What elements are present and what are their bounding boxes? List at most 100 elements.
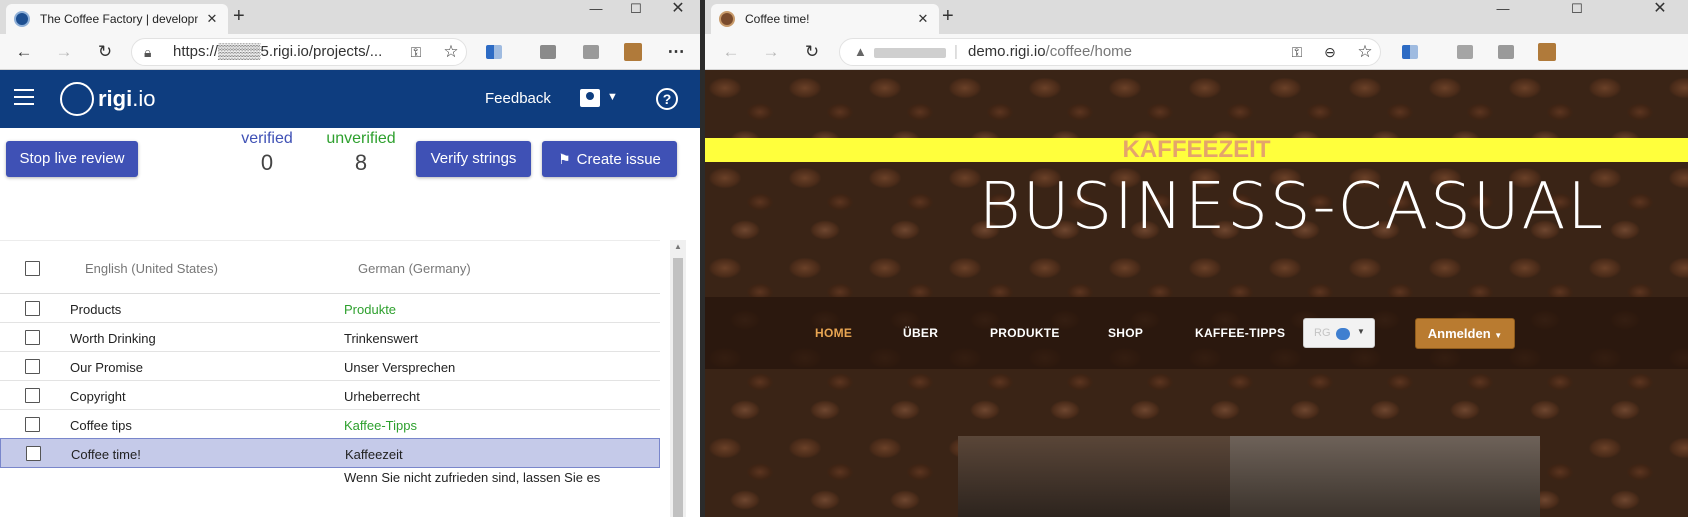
forward-icon[interactable]: → xyxy=(52,40,76,64)
close-tab-icon[interactable]: ✕ xyxy=(204,11,220,27)
extension-icon[interactable] xyxy=(486,45,502,59)
key-icon[interactable]: ⚿ xyxy=(1285,40,1309,64)
back-icon[interactable]: ← xyxy=(12,40,36,64)
table-row-selected[interactable]: Coffee time! Kaffeezeit xyxy=(0,438,660,468)
stop-live-review-button[interactable]: Stop live review xyxy=(6,141,138,177)
left-tabstrip: The Coffee Factory | developme ✕ + — ☐ ✕ xyxy=(0,0,700,34)
feedback-link[interactable]: Feedback xyxy=(485,90,551,107)
language-code: RG xyxy=(1314,327,1331,339)
verified-label: verified xyxy=(241,130,293,147)
target-column-header: German (Germany) xyxy=(358,261,471,276)
rigi-logo[interactable]: rigi.io xyxy=(98,86,155,112)
key-icon[interactable]: ⚿ xyxy=(404,40,428,64)
verify-strings-button[interactable]: Verify strings xyxy=(416,141,531,177)
row-checkbox[interactable] xyxy=(25,388,40,403)
profile-avatar[interactable] xyxy=(624,43,642,61)
language-selector[interactable]: RG ▼ xyxy=(1303,318,1375,348)
select-all-checkbox[interactable] xyxy=(25,261,40,276)
cafe-photo-left xyxy=(958,436,1230,517)
site-info-icon: ▲ xyxy=(854,44,867,59)
unverified-count: 8 xyxy=(354,150,368,175)
nav-home[interactable]: HOME xyxy=(815,326,852,340)
scrollbar-thumb[interactable] xyxy=(673,258,683,517)
right-tabstrip: Coffee time! ✕ + — ☐ ✕ xyxy=(705,0,1688,34)
right-browser-window: Coffee time! ✕ + — ☐ ✕ ← → ↻ ▲ | demo.ri… xyxy=(705,0,1688,517)
nav-products[interactable]: PRODUKTE xyxy=(990,326,1060,340)
blurred-site-info xyxy=(874,48,946,58)
verified-stat: verified 0 xyxy=(232,130,302,176)
scroll-up-icon[interactable]: ▲ xyxy=(674,242,682,251)
extension-icon[interactable] xyxy=(1457,45,1473,59)
table-row[interactable]: Coffee tips Kaffee-Tipps xyxy=(0,410,660,439)
row-checkbox[interactable] xyxy=(25,359,40,374)
source-text: Our Promise xyxy=(70,360,143,375)
source-column-header: English (United States) xyxy=(85,261,218,276)
create-issue-button[interactable]: ⚑ Create issue xyxy=(542,141,677,177)
right-browser-tab[interactable]: Coffee time! ✕ xyxy=(711,4,939,34)
extension-icon[interactable] xyxy=(1498,45,1514,59)
table-row[interactable]: Our Promise Unser Versprechen xyxy=(0,352,660,381)
new-tab-icon[interactable]: + xyxy=(942,6,954,26)
new-tab-icon[interactable]: + xyxy=(233,6,245,26)
login-label: Anmelden xyxy=(1427,326,1491,341)
forward-icon[interactable]: → xyxy=(759,40,783,64)
back-icon[interactable]: ← xyxy=(719,40,743,64)
nav-about[interactable]: ÜBER xyxy=(903,326,938,340)
table-row[interactable]: Products Produkte xyxy=(0,294,660,323)
row-checkbox[interactable] xyxy=(26,446,41,461)
row-checkbox[interactable] xyxy=(25,330,40,345)
left-tab-title: The Coffee Factory | developme xyxy=(40,12,198,26)
table-row[interactable]: Wenn Sie nicht zufrieden sind, lassen Si… xyxy=(0,468,660,497)
address-separator: | xyxy=(954,43,958,60)
nav-shop[interactable]: SHOP xyxy=(1108,326,1143,340)
site-brand-title: BUSINESS-CASUAL xyxy=(978,170,1605,244)
close-window-icon[interactable]: ✕ xyxy=(658,0,698,18)
unverified-stat: unverified 8 xyxy=(318,130,404,176)
table-scrollbar[interactable]: ▲ xyxy=(670,240,686,517)
right-url-host: demo.rigi.io xyxy=(968,43,1046,60)
unverified-label: unverified xyxy=(326,130,396,147)
left-toolbar: ← → ↻ 🔒︎ https://▒▒▒▒5.rigi.io/projects/… xyxy=(0,34,700,70)
extension-icon[interactable] xyxy=(540,45,556,59)
cafe-photo-right xyxy=(1230,436,1540,517)
close-tab-icon[interactable]: ✕ xyxy=(915,11,931,27)
row-checkbox[interactable] xyxy=(25,417,40,432)
help-icon[interactable]: ? xyxy=(656,88,678,110)
user-account-icon[interactable] xyxy=(580,89,600,107)
chevron-down-icon: ▼ xyxy=(1357,327,1365,336)
lock-icon: 🔒︎ xyxy=(144,44,152,60)
extension-icon[interactable] xyxy=(1402,45,1418,59)
minimize-icon[interactable]: — xyxy=(1483,0,1523,18)
extension-icon[interactable] xyxy=(583,45,599,59)
left-browser-tab[interactable]: The Coffee Factory | developme ✕ xyxy=(6,4,228,34)
rigi-app-header: rigi.io Feedback ▼ ? xyxy=(0,70,700,128)
maximize-icon[interactable]: ☐ xyxy=(1557,0,1597,18)
table-row[interactable]: Worth Drinking Trinkenswert xyxy=(0,323,660,352)
source-text: Products xyxy=(70,302,122,317)
table-row[interactable]: Copyright Urheberrecht xyxy=(0,381,660,410)
left-url-text: https://▒▒▒▒5.rigi.io/projects/... xyxy=(173,43,383,60)
row-checkbox[interactable] xyxy=(25,301,40,316)
left-browser-window: The Coffee Factory | developme ✕ + — ☐ ✕… xyxy=(0,0,700,517)
target-text: Unser Versprechen xyxy=(344,360,456,375)
close-window-icon[interactable]: ✕ xyxy=(1640,0,1680,18)
minimize-icon[interactable]: — xyxy=(576,0,616,18)
favorite-star-icon[interactable]: ☆ xyxy=(1353,40,1377,64)
nav-coffee-tips[interactable]: KAFFEE-TIPPS xyxy=(1195,326,1285,340)
reload-icon[interactable]: ↻ xyxy=(93,40,117,64)
rigi-favicon-icon xyxy=(14,11,30,27)
right-toolbar: ← → ↻ ▲ | demo.rigi.io/coffee/home ⚿ ⊖ ☆ xyxy=(705,34,1688,70)
login-button[interactable]: Anmelden ▼ xyxy=(1415,318,1515,349)
favorite-star-icon[interactable]: ☆ xyxy=(439,40,463,64)
more-menu-icon[interactable]: ⋯ xyxy=(664,40,688,64)
chevron-down-icon[interactable]: ▼ xyxy=(607,91,618,103)
flag-icon: ⚑ xyxy=(558,151,571,167)
rigi-logo-icon xyxy=(60,82,94,116)
reload-icon[interactable]: ↻ xyxy=(800,40,824,64)
profile-avatar[interactable] xyxy=(1538,43,1556,61)
hamburger-menu-icon[interactable] xyxy=(14,89,34,109)
source-text: Coffee tips xyxy=(70,418,132,433)
maximize-icon[interactable]: ☐ xyxy=(616,0,656,18)
zoom-out-icon[interactable]: ⊖ xyxy=(1318,40,1342,64)
chevron-down-icon: ▼ xyxy=(1494,331,1503,340)
